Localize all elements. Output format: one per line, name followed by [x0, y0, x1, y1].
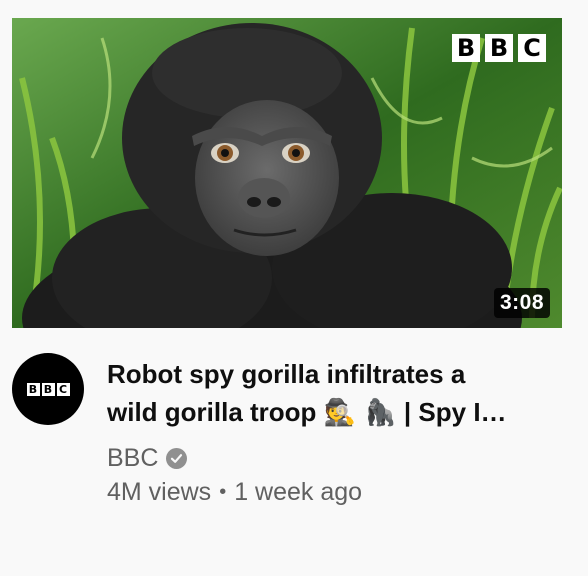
video-thumbnail[interactable]: B B C 3:08: [12, 18, 562, 328]
duration-badge: 3:08: [493, 288, 550, 318]
gorilla-image: [12, 18, 562, 328]
upload-age: 1 week ago: [234, 478, 363, 506]
video-meta: Robot spy gorilla infiltrates a wild gor…: [107, 355, 547, 507]
video-stats: 4M views • 1 week ago: [107, 478, 547, 507]
spy-gorilla-emoji: 🕵 🦍: [323, 398, 397, 428]
video-title-line2: wild gorilla troop: [107, 397, 324, 427]
video-card[interactable]: B B C 3:08 B B C Robot spy gorilla infil…: [0, 0, 588, 576]
channel-row: BBC: [107, 442, 547, 474]
video-title-suffix: | Spy I…: [396, 397, 507, 427]
avatar-logo-letter: B: [26, 382, 40, 396]
verified-check-icon: [166, 447, 188, 469]
bbc-logo: B B C: [452, 34, 546, 62]
video-title[interactable]: Robot spy gorilla infiltrates a wild gor…: [107, 355, 547, 432]
bbc-logo-letter: C: [518, 34, 546, 62]
channel-name[interactable]: BBC: [107, 444, 158, 473]
avatar-logo-letter: B: [41, 382, 55, 396]
bbc-logo-letter: B: [452, 34, 480, 62]
avatar-logo-letter: C: [56, 382, 70, 396]
view-count: 4M views: [107, 478, 212, 506]
bbc-logo-letter: B: [485, 34, 513, 62]
bbc-avatar-logo: B B C: [26, 382, 70, 396]
channel-avatar[interactable]: B B C: [12, 353, 84, 425]
video-title-line1: Robot spy gorilla infiltrates a: [107, 359, 466, 389]
separator-dot: •: [219, 481, 227, 503]
